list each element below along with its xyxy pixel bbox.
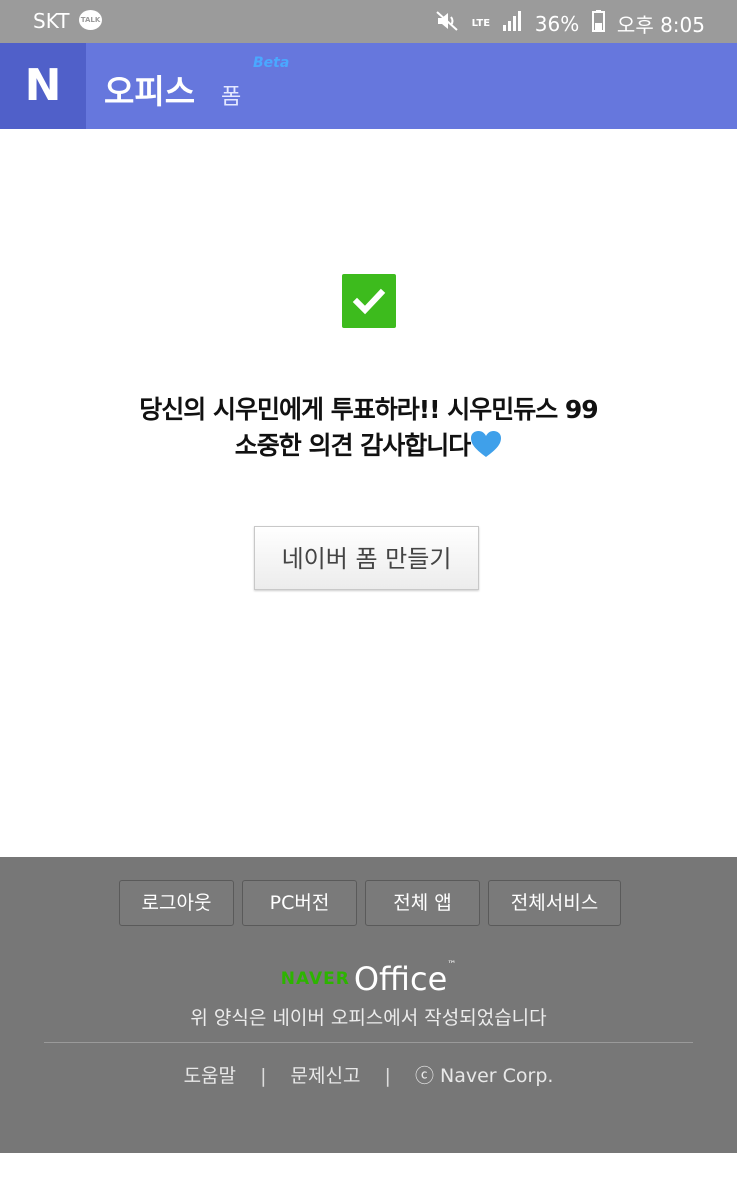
copyright-link[interactable]: ⓒ Naver Corp. [415, 1065, 553, 1087]
signal-icon [502, 11, 522, 36]
separator: | [384, 1065, 391, 1087]
footer-divider [44, 1042, 693, 1043]
completion-message: 당신의 시우민에게 투표하라!! 시우민듀스 99 소중한 의견 감사합니다 [40, 392, 697, 464]
brand-trademark: ™ [447, 960, 457, 970]
checkmark-icon [342, 274, 396, 328]
logout-button[interactable]: 로그아웃 [119, 880, 234, 926]
status-bar: SKT TALK LTE 36% 오후 8:05 [0, 0, 737, 43]
app-header: N 오피스 폼 Beta [0, 43, 737, 129]
status-bar-right: LTE 36% 오후 8:05 [429, 9, 705, 38]
brand-office: Office [353, 960, 448, 998]
talk-icon: TALK [79, 10, 102, 30]
beta-badge: Beta [253, 55, 290, 71]
all-services-button[interactable]: 전체서비스 [488, 880, 621, 926]
blue-heart-icon [470, 431, 502, 460]
footer: 로그아웃 PC버전 전체 앱 전체서비스 NAVER Office™ 위 양식은 … [0, 857, 737, 1153]
message-line-1: 당신의 시우민에게 투표하라!! 시우민듀스 99 [139, 395, 598, 424]
separator: | [260, 1065, 267, 1087]
footer-description: 위 양식은 네이버 오피스에서 작성되었습니다 [190, 1007, 547, 1029]
mute-icon [435, 10, 459, 37]
clock: 오후 8:05 [616, 13, 705, 37]
help-link[interactable]: 도움말 [184, 1065, 236, 1087]
message-line-2: 소중한 의견 감사합니다 [40, 428, 697, 464]
network-label: LTE [471, 17, 491, 29]
footer-links: 도움말 | 문제신고 | ⓒ Naver Corp. [0, 1061, 737, 1088]
all-apps-button[interactable]: 전체 앱 [365, 880, 480, 926]
battery-percent: 36% [534, 11, 580, 36]
naver-logo-button[interactable]: N [0, 43, 86, 129]
carrier-label: SKT [33, 9, 70, 33]
page-title[interactable]: 오피스 [104, 65, 195, 113]
message-line-2-text: 소중한 의견 감사합니다 [234, 431, 471, 460]
pc-version-button[interactable]: PC버전 [242, 880, 357, 926]
battery-icon [591, 10, 605, 37]
report-link[interactable]: 문제신고 [291, 1065, 361, 1087]
naver-office-logo: NAVER Office™ [0, 960, 737, 998]
create-form-button[interactable]: 네이버 폼 만들기 [254, 526, 479, 590]
brand-naver: NAVER [280, 969, 350, 989]
page-subtitle: 폼 [221, 85, 242, 110]
